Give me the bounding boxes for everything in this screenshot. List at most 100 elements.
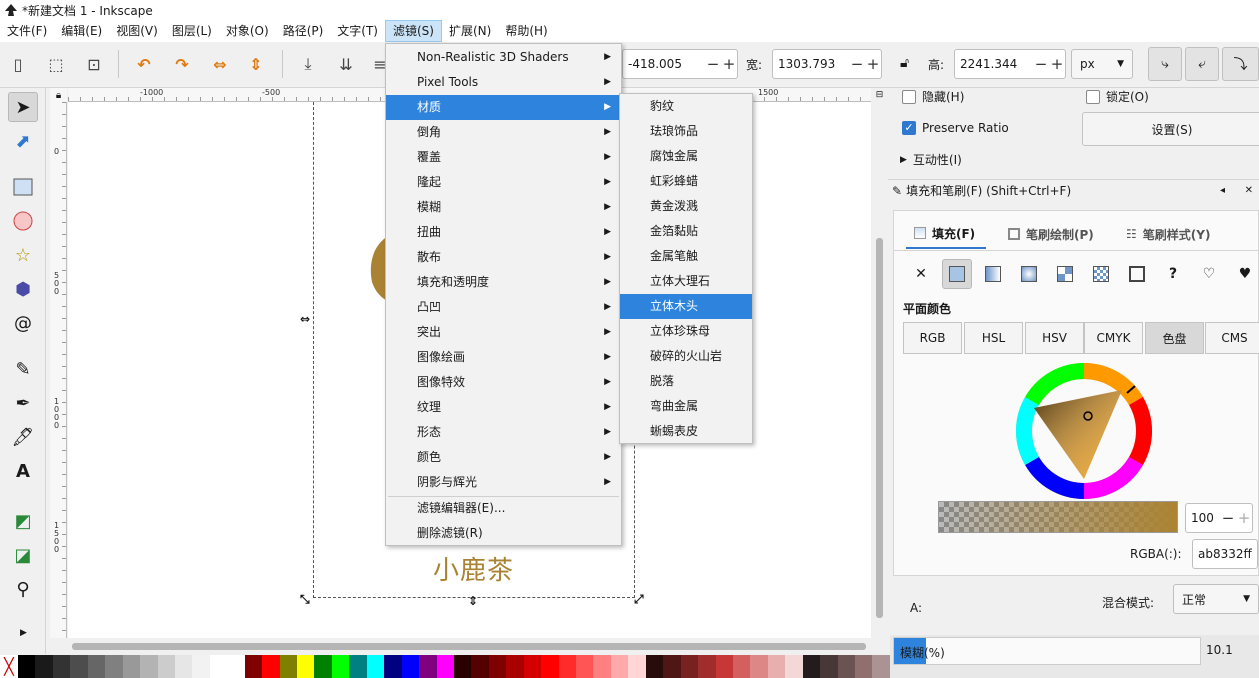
palette-swatch[interactable]: [122, 655, 141, 678]
palette-swatch[interactable]: [105, 655, 123, 678]
unit-select[interactable]: px ▼: [1071, 49, 1133, 79]
filter-overlays[interactable]: 覆盖 ▶: [386, 145, 621, 170]
palette-swatch[interactable]: [87, 655, 106, 678]
fill-rule-nonzero-icon[interactable]: ♥: [1230, 259, 1259, 289]
mode-cms[interactable]: CMS: [1205, 322, 1259, 354]
filter-scatter[interactable]: 散布 ▶: [386, 245, 621, 270]
tab-fill[interactable]: 填充(F): [906, 219, 986, 249]
filter-distort[interactable]: 扭曲 ▶: [386, 220, 621, 245]
material-metallic-paint[interactable]: 金属笔触: [620, 244, 752, 269]
deselect-icon[interactable]: ⊡: [82, 52, 106, 76]
linear-gradient-icon[interactable]: [978, 259, 1008, 289]
x-value[interactable]: -418.005: [623, 57, 705, 71]
palette-swatch[interactable]: [541, 655, 559, 678]
blur-slider[interactable]: 模糊(%): [893, 637, 1201, 665]
menu-view[interactable]: 视图(V): [109, 20, 165, 42]
select-all-icon[interactable]: ▯: [6, 52, 30, 76]
vertical-scroll-thumb[interactable]: [876, 238, 883, 618]
filter-protrusions[interactable]: 突出 ▶: [386, 320, 621, 345]
menu-filters[interactable]: 滤镜(S): [385, 20, 442, 42]
filter-shadows-glows[interactable]: 阴影与辉光 ▶: [386, 470, 621, 495]
unset-paint-icon[interactable]: ?: [1158, 259, 1188, 289]
horizontal-scrollbar[interactable]: [68, 638, 871, 654]
spiral-tool-icon[interactable]: @: [8, 308, 38, 338]
palette-swatch[interactable]: [157, 655, 175, 678]
mode-hsl[interactable]: HSL: [964, 322, 1023, 354]
menu-path[interactable]: 路径(P): [276, 20, 331, 42]
fill-rule-evenodd-icon[interactable]: ♡: [1194, 259, 1224, 289]
x-field[interactable]: -418.005 − +: [622, 49, 738, 79]
palette-swatch[interactable]: [750, 655, 768, 678]
menu-edit[interactable]: 编辑(E): [54, 20, 109, 42]
filter-textures-bump[interactable]: 凸凹 ▶: [386, 295, 621, 320]
dropper-tool-icon[interactable]: ⚲: [8, 574, 38, 604]
no-color-swatch[interactable]: ╳: [0, 655, 18, 678]
palette-swatch[interactable]: [384, 655, 402, 678]
palette-swatch[interactable]: [18, 655, 36, 678]
lock-checkbox[interactable]: 锁定(O): [1086, 88, 1149, 105]
alpha-value[interactable]: 100: [1186, 511, 1220, 525]
minus-icon[interactable]: −: [1220, 509, 1236, 527]
gradient-tool-icon[interactable]: ◩: [8, 506, 38, 536]
filter-morphology[interactable]: 形态 ▶: [386, 420, 621, 445]
palette-swatch[interactable]: [576, 655, 594, 678]
filter-materials[interactable]: 材质 ▶: [386, 95, 621, 120]
palette-swatch[interactable]: [70, 655, 88, 678]
filter-bumps[interactable]: 隆起 ▶: [386, 170, 621, 195]
mode-hsv[interactable]: HSV: [1025, 322, 1084, 354]
lower-icon[interactable]: ⇊: [334, 52, 358, 76]
palette-swatch[interactable]: [349, 655, 367, 678]
palette-swatch[interactable]: [436, 655, 454, 678]
menu-extensions[interactable]: 扩展(N): [442, 20, 498, 42]
plus-icon[interactable]: +: [1049, 55, 1065, 73]
palette-swatch[interactable]: [715, 655, 733, 678]
mode-cmyk[interactable]: CMYK: [1084, 322, 1143, 354]
star-tool-icon[interactable]: ☆: [8, 240, 38, 270]
hide-checkbox[interactable]: 隐藏(H): [902, 88, 964, 105]
flat-color-icon[interactable]: [942, 259, 972, 289]
palette-swatch[interactable]: [523, 655, 542, 678]
tab-stroke-style[interactable]: ☷ 笔刷样式(Y): [1126, 219, 1210, 249]
palette-swatch[interactable]: [680, 655, 699, 678]
material-peel-off[interactable]: 脱落: [620, 369, 752, 394]
scale-handle-left[interactable]: ⇔: [300, 312, 310, 326]
tab-stroke-paint[interactable]: 笔刷绘制(P): [1008, 219, 1094, 249]
rectangle-tool-icon[interactable]: [8, 172, 38, 202]
material-3d-marble[interactable]: 立体大理石: [620, 269, 752, 294]
ellipse-tool-icon[interactable]: [8, 206, 38, 236]
material-iridescent-beeswax[interactable]: 虹彩蜂蜡: [620, 169, 752, 194]
filter-bevels[interactable]: 倒角 ▶: [386, 120, 621, 145]
zoom-corner-icon[interactable]: ⊟: [873, 90, 886, 102]
lower-to-bottom-icon[interactable]: ⤓: [296, 52, 320, 76]
rotate-ccw-icon[interactable]: ↶: [132, 52, 156, 76]
filter-fill-transparency[interactable]: 填充和透明度 ▶: [386, 270, 621, 295]
minus-icon[interactable]: −: [849, 55, 865, 73]
filter-textures[interactable]: 纹理 ▶: [386, 395, 621, 420]
radial-gradient-icon[interactable]: [1014, 259, 1044, 289]
selector-tool-icon[interactable]: ➤: [8, 92, 38, 122]
palette-swatch[interactable]: [855, 655, 873, 678]
width-field[interactable]: 1303.793 − +: [772, 49, 882, 79]
palette-swatch[interactable]: [610, 655, 629, 678]
palette-swatch[interactable]: [593, 655, 611, 678]
palette-swatch[interactable]: [767, 655, 786, 678]
flip-horizontal-icon[interactable]: ⇔: [208, 52, 232, 76]
palette-swatch[interactable]: [785, 655, 803, 678]
scale-handle-bottom-left[interactable]: ⤡: [300, 592, 310, 607]
material-lizard-skin[interactable]: 蜥蜴表皮: [620, 419, 752, 444]
minus-icon[interactable]: −: [705, 55, 721, 73]
palette-swatch[interactable]: [140, 655, 158, 678]
material-gold-paste[interactable]: 金箔黏贴: [620, 219, 752, 244]
plus-icon[interactable]: +: [1236, 509, 1252, 527]
material-leopard[interactable]: 豹纹: [620, 94, 752, 119]
filter-blurs[interactable]: 模糊 ▶: [386, 195, 621, 220]
material-enamel-jewelry[interactable]: 珐琅饰品: [620, 119, 752, 144]
lock-ratio-icon[interactable]: 🔓︎: [900, 55, 909, 71]
palette-swatch[interactable]: [314, 655, 332, 678]
blend-mode-select[interactable]: 正常 ▼: [1173, 584, 1259, 614]
preserve-ratio-checkbox[interactable]: ✓ Preserve Ratio: [902, 121, 1009, 135]
palette-swatch[interactable]: [244, 655, 263, 678]
palette-swatch[interactable]: [401, 655, 420, 678]
pattern-icon[interactable]: [1086, 259, 1116, 289]
plus-icon[interactable]: +: [865, 55, 881, 73]
